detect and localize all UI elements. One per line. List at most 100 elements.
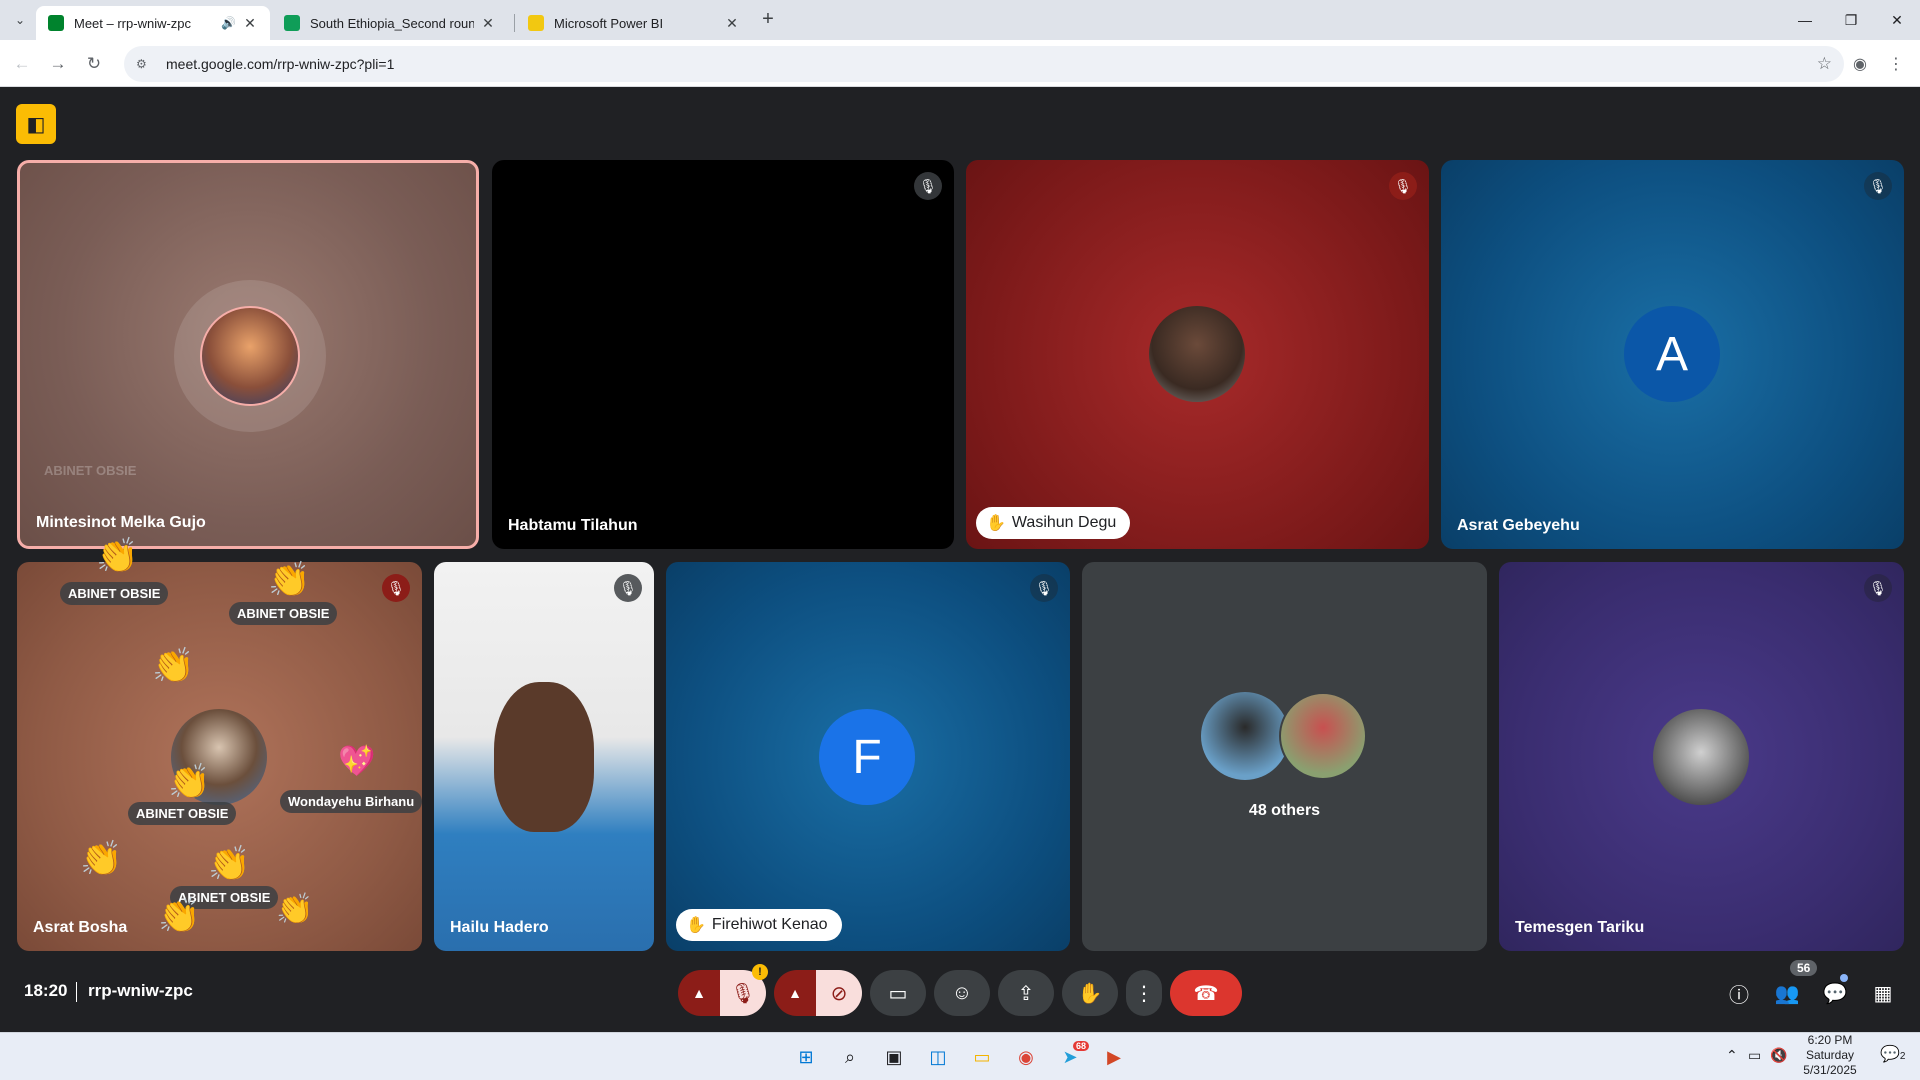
notification-count: 2	[1899, 1051, 1906, 1062]
participant-name: Temesgen Tariku	[1515, 919, 1645, 936]
system-time: 6:20 PM	[1807, 1033, 1853, 1047]
mic-off-icon: 🎙	[614, 574, 642, 602]
bookmark-star-icon[interactable]: ☆	[1817, 54, 1832, 74]
captions-button[interactable]: ▭	[870, 970, 926, 1016]
chat-icon[interactable]: 💬	[1820, 978, 1850, 1008]
tab-meet-title: Meet – rrp-wniw-zpc	[74, 15, 192, 31]
clap-reaction-icon: 👏	[208, 845, 251, 883]
others-count-label: 48 others	[1248, 802, 1321, 819]
mic-off-icon: 🎙	[914, 172, 942, 200]
close-tab-icon[interactable]: ✕	[242, 15, 258, 32]
reaction-sender-label: ABINET OBSIE	[60, 582, 169, 605]
sheets-favicon-icon	[284, 15, 300, 31]
participant-tile[interactable]: 🎙 Temesgen Tariku	[1499, 562, 1904, 951]
tab-powerbi-title: Microsoft Power BI	[554, 15, 664, 31]
participant-tile[interactable]: 🎙 ✋ Wasihun Degu	[966, 160, 1429, 549]
participant-count-badge: 56	[1790, 960, 1818, 976]
participant-tile[interactable]: ABINET OBSIE Mintesinot Melka Gujo	[17, 160, 479, 549]
restore-icon[interactable]: ❐	[1828, 0, 1874, 40]
clap-reaction-icon: 👏	[152, 647, 195, 685]
participant-name: Hailu Hadero	[450, 919, 549, 936]
close-tab-icon[interactable]: ✕	[480, 15, 496, 32]
url-text: meet.google.com/rrp-wniw-zpc?pli=1	[166, 56, 395, 72]
mic-off-icon: 🎙	[1389, 172, 1417, 200]
tray-overflow-chevron-icon[interactable]: ⌃	[1726, 1047, 1738, 1064]
browser-menu-icon[interactable]: ⋮	[1884, 52, 1908, 76]
mic-warning-icon: !	[752, 964, 768, 980]
avatar	[200, 306, 300, 406]
others-tile[interactable]: 48 others	[1082, 562, 1487, 951]
avatar-initial: A	[1624, 306, 1720, 402]
meeting-clock: 18:20	[24, 981, 68, 1000]
heart-reaction-icon: 💖	[338, 745, 376, 778]
avatar	[1201, 692, 1289, 780]
avatar	[1279, 692, 1367, 780]
mic-off-icon: 🎙	[382, 574, 410, 602]
raise-hand-button[interactable]: ✋	[1062, 970, 1118, 1016]
minimize-icon[interactable]: —	[1782, 0, 1828, 40]
volume-muted-icon[interactable]: 🔇	[1770, 1047, 1787, 1064]
leave-call-button[interactable]: ☎	[1170, 970, 1242, 1016]
clap-reaction-icon: 👏	[80, 840, 123, 878]
meeting-info-icon[interactable]: ⓘ	[1724, 978, 1754, 1008]
participant-name: Asrat Gebeyehu	[1457, 517, 1580, 534]
tab-sheet[interactable]: South Ethiopia_Second round m ✕	[272, 6, 508, 40]
participant-tile[interactable]: 🎙 Hailu Hadero	[434, 562, 654, 951]
participant-name: Wasihun Degu	[1011, 514, 1117, 531]
network-icon[interactable]: ▭	[1748, 1047, 1761, 1064]
close-window-icon[interactable]: ✕	[1874, 0, 1920, 40]
present-button[interactable]: ⇪	[998, 970, 1054, 1016]
reaction-sender-label: Wondayehu Birhanu	[280, 790, 423, 813]
divider	[76, 982, 77, 1002]
meet-app-logo[interactable]: ◧	[16, 104, 56, 144]
camera-toggle-button[interactable]: ⊘	[816, 970, 862, 1016]
notification-center-icon[interactable]: 💬2	[1880, 1044, 1905, 1064]
mic-off-icon: 🎙	[1864, 574, 1892, 602]
clap-reaction-icon: 👏	[268, 561, 311, 599]
file-explorer-icon[interactable]: ▭	[966, 1041, 998, 1073]
meeting-code[interactable]: rrp-wniw-zpc	[88, 981, 193, 1001]
raised-hand-icon: ✋	[986, 515, 1006, 532]
windows-start-icon[interactable]: ⊞	[790, 1041, 822, 1073]
new-tab-button[interactable]: +	[756, 8, 780, 32]
site-info-icon[interactable]: ⚙	[136, 57, 152, 71]
avatar	[1149, 306, 1245, 402]
audio-options-chevron-icon[interactable]: ▲	[678, 970, 720, 1016]
widgets-icon[interactable]: ◫	[922, 1041, 954, 1073]
video-options-chevron-icon[interactable]: ▲	[774, 970, 816, 1016]
system-clock[interactable]: 6:20 PM Saturday 5/31/2025	[1800, 1033, 1860, 1078]
participant-video-face	[494, 682, 594, 832]
participant-tile[interactable]: 🎙 F ✋ Firehiwot Kenao	[666, 562, 1070, 951]
tab-powerbi[interactable]: Microsoft Power BI ✕	[516, 6, 752, 40]
powerbi-favicon-icon	[528, 15, 544, 31]
powerpoint-icon[interactable]: ▶	[1098, 1041, 1130, 1073]
speaker-icon[interactable]: 🔊	[221, 16, 236, 30]
chrome-icon[interactable]: ◉	[1010, 1041, 1042, 1073]
reload-icon[interactable]: ↻	[80, 50, 108, 78]
omnibox[interactable]: ⚙ meet.google.com/rrp-wniw-zpc?pli=1 ☆	[124, 46, 1844, 82]
people-icon[interactable]: 👥	[1772, 978, 1802, 1008]
mic-off-icon: 🎙	[1030, 574, 1058, 602]
os-taskbar: ⊞ ⌕ ▣ ◫ ▭ ◉ ➤ 68 ▶ ⌃ ▭ 🔇	[0, 1032, 1920, 1080]
avatar-initial: F	[819, 709, 915, 805]
reaction-sender-label: ABINET OBSIE	[128, 802, 237, 825]
reactions-button[interactable]: ☺	[934, 970, 990, 1016]
activities-icon[interactable]: ▦	[1868, 978, 1898, 1008]
chat-unread-dot	[1840, 974, 1848, 982]
participant-tile[interactable]: 🎙 Habtamu Tilahun	[492, 160, 954, 549]
search-icon[interactable]: ⌕	[834, 1041, 866, 1073]
close-tab-icon[interactable]: ✕	[724, 15, 740, 32]
clap-reaction-icon: 👏	[158, 897, 201, 935]
more-options-icon[interactable]: ⋮	[1126, 970, 1162, 1016]
back-icon[interactable]: ←	[8, 50, 36, 78]
clap-reaction-icon: 👏	[168, 763, 211, 801]
participant-name: Asrat Bosha	[33, 919, 128, 936]
forward-icon[interactable]: →	[44, 50, 72, 78]
profile-icon[interactable]: ◉	[1848, 52, 1872, 76]
participant-tile[interactable]: 🎙 A Asrat Gebeyehu	[1441, 160, 1904, 549]
telegram-unread-badge: 68	[1073, 1041, 1090, 1051]
tab-search-icon[interactable]: ⌄	[8, 8, 32, 32]
raised-hand-badge: ✋ Wasihun Degu	[976, 507, 1131, 539]
tab-meet[interactable]: Meet – rrp-wniw-zpc 🔊 ✕	[36, 6, 270, 40]
task-view-icon[interactable]: ▣	[878, 1041, 910, 1073]
